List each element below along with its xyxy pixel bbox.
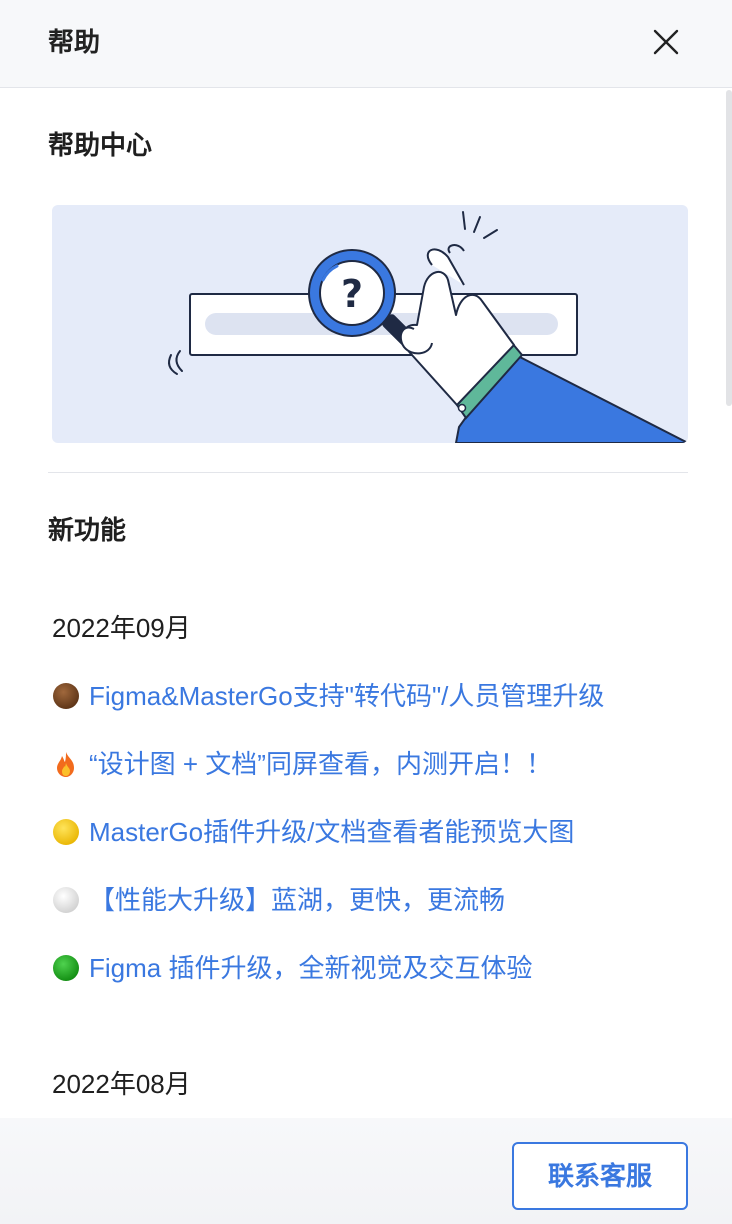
news-item-label: MasterGo插件升级/文档查看者能预览大图 [89,817,575,847]
news-item-label: 【性能大升级】蓝湖，更快，更流畅 [89,885,506,915]
news-item[interactable]: “设计图 + 文档”同屏查看，内测开启！！ [52,746,552,782]
fire-icon [52,750,80,778]
news-item[interactable]: MasterGo插件升级/文档查看者能预览大图 [52,814,574,850]
help-banner: ? [52,205,688,443]
magnifier-search-illustration: ? [168,211,688,443]
month-heading: 2022年09月 [52,613,191,643]
brown-circle-icon [52,682,80,710]
news-item-label: Figma&MasterGo支持"转代码"/人员管理升级 [89,681,605,711]
contact-support-button[interactable]: 联系客服 [512,1142,688,1210]
news-item-label: Figma 插件升级，全新视觉及交互体验 [89,953,533,983]
close-icon [653,29,679,55]
scrollbar-thumb[interactable] [726,90,732,406]
month-heading: 2022年08月 [52,1069,191,1099]
news-item[interactable]: Figma 插件升级，全新视觉及交互体验 [52,950,532,986]
dialog-title: 帮助 [48,27,101,57]
help-center-title: 帮助中心 [48,130,153,160]
close-button[interactable] [646,22,686,62]
svg-text:?: ? [341,272,363,316]
new-features-title: 新功能 [48,515,127,545]
yellow-circle-icon [52,818,80,846]
green-circle-icon [52,954,80,982]
section-divider [48,472,688,473]
white-circle-icon [52,886,80,914]
dialog-header: 帮助 [0,0,732,88]
news-item-label: “设计图 + 文档”同屏查看，内测开启！！ [89,749,552,779]
news-item[interactable]: Figma&MasterGo支持"转代码"/人员管理升级 [52,678,604,714]
dialog-footer: 联系客服 [0,1118,732,1224]
news-item[interactable]: 【性能大升级】蓝湖，更快，更流畅 [52,882,505,918]
